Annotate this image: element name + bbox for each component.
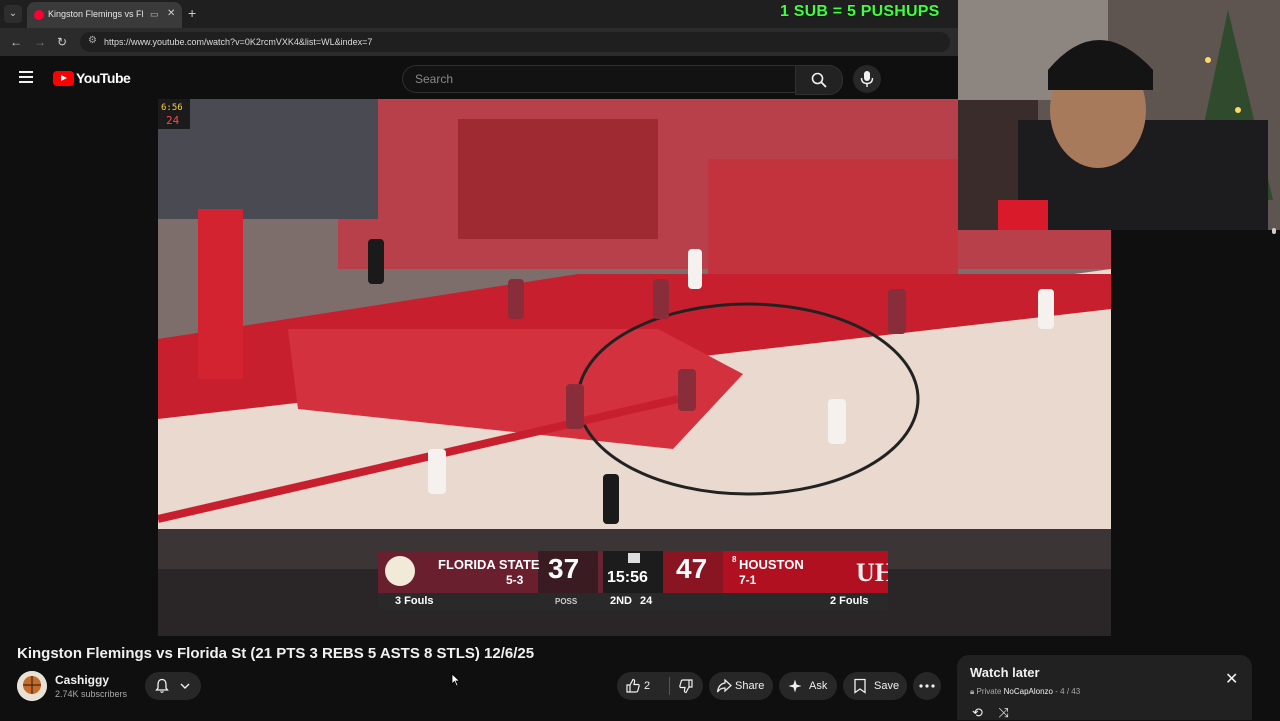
like-dislike-group: 2 (617, 672, 703, 700)
away-team-record: 5-3 (506, 573, 524, 587)
playlist-owner[interactable]: NoCapAlonzo (1004, 687, 1053, 696)
network-logo-icon (628, 553, 640, 563)
stream-promo-overlay: 1 SUB = 5 PUSHUPS (780, 3, 940, 20)
url-text: https://www.youtube.com/watch?v=0K2rcmVX… (104, 37, 373, 47)
ask-button[interactable]: Ask (779, 672, 837, 700)
florida-state-logo-icon (385, 556, 415, 586)
loop-icon[interactable]: ⟲ (972, 705, 983, 720)
possession-indicator: POSS (555, 597, 578, 606)
youtube-play-icon (53, 71, 74, 86)
cast-icon: ▭ (150, 9, 159, 19)
save-button[interactable]: Save (843, 672, 907, 700)
shot-clock: 24 (640, 595, 653, 607)
chevron-down-icon (180, 683, 190, 689)
search-box[interactable] (402, 65, 796, 93)
home-team-rank: 8 (732, 555, 737, 564)
channel-avatar[interactable] (17, 671, 47, 701)
voice-search-button[interactable] (853, 65, 881, 93)
forward-icon[interactable]: → (34, 35, 46, 49)
share-label: Share (735, 680, 765, 692)
home-team-name: HOUSTON (739, 557, 804, 572)
scrollbar-thumb[interactable] (1272, 228, 1276, 234)
share-button[interactable]: Share (709, 672, 773, 700)
bell-icon (155, 678, 169, 693)
site-info-icon[interactable]: ⚙ (88, 35, 97, 46)
ask-label: Ask (809, 680, 828, 692)
like-button[interactable]: 2 (617, 672, 669, 700)
microphone-icon (860, 71, 874, 87)
like-count: 2 (644, 680, 651, 692)
search-icon (811, 72, 827, 88)
dislike-button[interactable] (670, 672, 703, 700)
more-horizontal-icon (919, 684, 935, 688)
playlist-meta: 🔒︎ Private NoCapAlonzo - 4 / 43 (970, 687, 1081, 696)
houston-logo-icon: UH (856, 558, 888, 587)
corner-shot-clock: 24 (166, 114, 180, 127)
reload-icon[interactable]: ↻ (57, 35, 67, 49)
share-icon (716, 678, 732, 693)
mouse-cursor-icon (451, 673, 461, 687)
new-tab-button[interactable]: + (188, 6, 196, 20)
home-team-record: 7-1 (739, 573, 757, 587)
home-team-score: 47 (676, 553, 708, 584)
save-label: Save (874, 680, 900, 692)
tab-title: Kingston Flemings vs Florid (48, 9, 143, 19)
channel-name[interactable]: Cashiggy (55, 673, 109, 687)
search-input[interactable] (413, 71, 787, 87)
right-sidebar-area (1111, 230, 1280, 636)
search-button[interactable] (795, 65, 843, 95)
more-actions-button[interactable] (913, 672, 941, 700)
away-team-name: FLORIDA STATE (438, 557, 540, 572)
webcam-overlay (958, 0, 1280, 230)
home-fouls: 2 Fouls (830, 595, 869, 607)
subscriber-count: 2.74K subscribers (55, 689, 128, 699)
playlist-position: 4 / 43 (1060, 687, 1081, 696)
close-playlist-icon[interactable]: ✕ (1225, 669, 1238, 689)
youtube-favicon-icon (34, 10, 44, 20)
lock-icon: 🔒︎ (970, 687, 975, 696)
scoreboard: UH FLORIDA STATE 5-3 37 15:56 47 8 HOUST… (378, 551, 888, 609)
game-period: 2ND (610, 595, 633, 607)
sparkle-icon (788, 679, 802, 693)
back-icon[interactable]: ← (10, 35, 22, 49)
video-title: Kingston Flemings vs Florida St (21 PTS … (17, 645, 535, 662)
shuffle-icon[interactable]: ⤨ (999, 705, 1009, 720)
channel-avatar-image (17, 671, 47, 701)
playlist-title[interactable]: Watch later (970, 665, 1040, 680)
youtube-header: YouTube (0, 56, 958, 100)
browser-tab[interactable]: Kingston Flemings vs Florid ▭ ✕ (27, 2, 182, 28)
away-fouls: 3 Fouls (395, 595, 434, 607)
thumbs-up-icon (626, 678, 640, 693)
url-field[interactable]: ⚙ https://www.youtube.com/watch?v=0K2rcm… (80, 32, 950, 52)
playlist-privacy: Private (976, 687, 1002, 696)
tab-close-icon[interactable]: ✕ (167, 8, 175, 19)
corner-game-clock: 6:56 (161, 103, 183, 113)
bookmark-icon (854, 678, 866, 694)
tab-search-button[interactable]: ⌄ (4, 5, 22, 23)
playlist-controls: ⟲ ⤨ (972, 705, 1009, 721)
away-team-score: 37 (548, 553, 580, 584)
menu-icon[interactable] (19, 71, 33, 86)
playlist-panel: Watch later 🔒︎ Private NoCapAlonzo - 4 /… (957, 655, 1252, 720)
game-clock: 15:56 (607, 569, 648, 586)
streamer-webcam-image (958, 0, 1280, 230)
browser-address-bar: ← → ↻ ⚙ https://www.youtube.com/watch?v=… (0, 28, 958, 56)
thumbs-down-icon (679, 679, 693, 694)
youtube-logo-text: YouTube (76, 70, 131, 86)
notifications-button[interactable] (145, 672, 201, 700)
